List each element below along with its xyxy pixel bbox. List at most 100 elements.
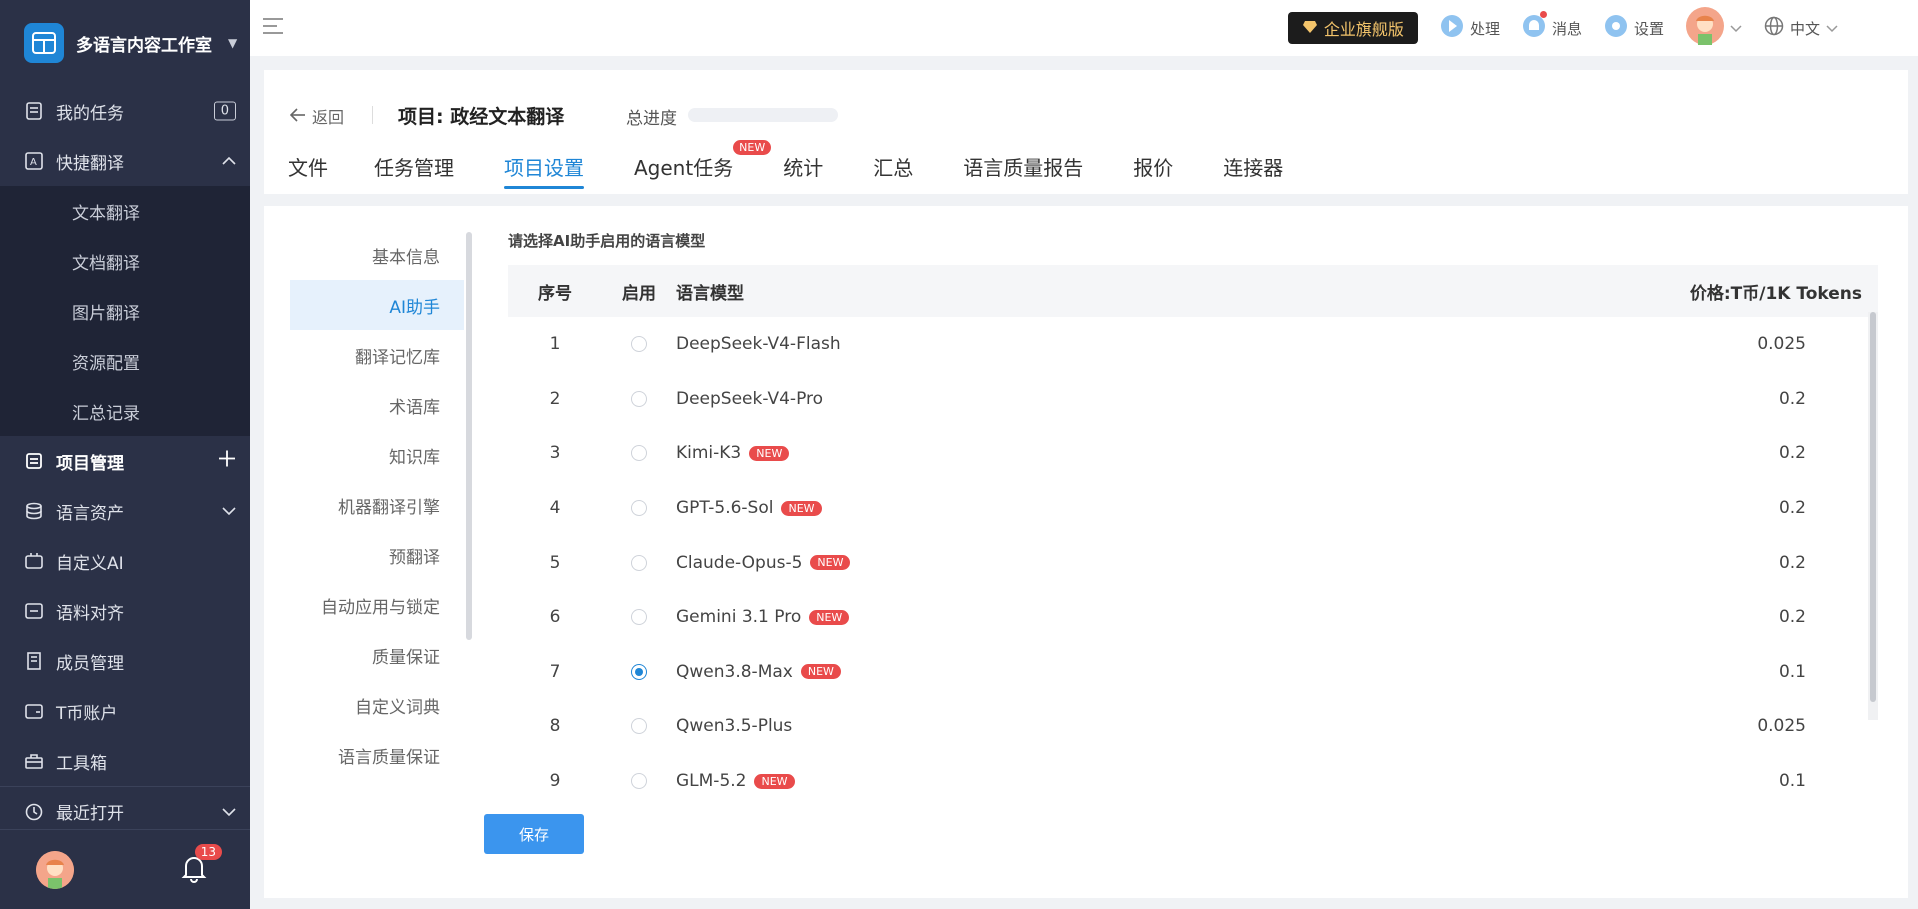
- sidebar-item-corpus-align[interactable]: 语料对齐: [0, 586, 250, 636]
- new-badge: NEW: [800, 664, 841, 680]
- sidebar-item-my-tasks[interactable]: 我的任务 0: [0, 86, 250, 136]
- save-button[interactable]: 保存: [484, 814, 584, 854]
- settings-button[interactable]: 设置: [1604, 14, 1664, 42]
- settings-nav-knowledge-base[interactable]: 知识库: [290, 430, 464, 480]
- sidebar-subitem-text-translate[interactable]: 文本翻译: [0, 186, 250, 236]
- model-name: Kimi-K3: [676, 443, 742, 464]
- settings-label: 设置: [1633, 19, 1664, 38]
- table-row: 7 Qwen3.8-Max NEW 0.1: [508, 645, 1878, 700]
- notification-bell[interactable]: 13: [174, 843, 222, 890]
- header-model: 语言模型: [676, 283, 744, 304]
- enable-radio[interactable]: [631, 718, 647, 735]
- process-button[interactable]: 处理: [1440, 14, 1500, 42]
- sidebar-item-label: 工具箱: [56, 753, 107, 774]
- workspace-name: 多语言内容工作室: [76, 35, 212, 56]
- database-icon: [24, 501, 44, 521]
- sidebar-item-toolbox[interactable]: 工具箱: [0, 736, 250, 786]
- model-price: 0.025: [1757, 716, 1806, 737]
- settings-nav-scrollbar[interactable]: [466, 232, 472, 640]
- tab-quote[interactable]: 报价: [1133, 152, 1173, 189]
- settings-nav-termbase[interactable]: 术语库: [290, 380, 464, 430]
- model-name: Qwen3.8-Max: [676, 661, 793, 682]
- workspace-logo-icon: [24, 23, 64, 63]
- sidebar-item-project-management[interactable]: 项目管理: [0, 436, 250, 486]
- settings-nav-qa[interactable]: 质量保证: [290, 630, 464, 680]
- enable-radio[interactable]: [631, 500, 647, 517]
- align-icon: [24, 601, 44, 621]
- settings-nav-lqa[interactable]: 语言质量保证: [290, 730, 464, 780]
- sidebar-item-label: T币账户: [56, 703, 118, 724]
- scrollbar-thumb[interactable]: [1870, 312, 1876, 702]
- model-price: 0.2: [1778, 388, 1806, 409]
- tab-project-settings[interactable]: 项目设置: [504, 152, 584, 189]
- vip-label: 企业旗舰版: [1323, 20, 1404, 39]
- enable-radio-selected[interactable]: [631, 663, 647, 680]
- settings-nav-mt-engine[interactable]: 机器翻译引擎: [290, 480, 464, 530]
- sidebar-subitem-summary-records[interactable]: 汇总记录: [0, 386, 250, 436]
- enable-radio[interactable]: [631, 336, 647, 353]
- sidebar-subitem-resource-config[interactable]: 资源配置: [0, 336, 250, 386]
- sidebar-item-language-assets[interactable]: 语言资产: [0, 486, 250, 536]
- table-row: 6 Gemini 3.1 Pro NEW 0.2: [508, 590, 1878, 645]
- enable-radio[interactable]: [631, 390, 647, 407]
- header-price: 价格:T币/1K Tokens: [1689, 283, 1862, 304]
- task-count-badge: 0: [213, 101, 236, 121]
- enable-radio[interactable]: [631, 554, 647, 571]
- language-switcher[interactable]: 中文: [1764, 16, 1838, 40]
- tab-connector[interactable]: 连接器: [1223, 152, 1283, 189]
- model-name: GPT-5.6-Sol: [676, 498, 774, 519]
- settings-nav-pretranslate[interactable]: 预翻译: [290, 530, 464, 580]
- sidebar-item-custom-ai[interactable]: 自定义AI: [0, 536, 250, 586]
- svg-text:A: A: [30, 157, 37, 168]
- enable-radio[interactable]: [631, 773, 647, 790]
- settings-nav-basic-info[interactable]: 基本信息: [290, 230, 464, 280]
- project-icon: [24, 451, 44, 471]
- settings-nav-translation-memory[interactable]: 翻译记忆库: [290, 330, 464, 380]
- table-row: 2 DeepSeek-V4-Pro 0.2: [508, 372, 1878, 427]
- menu-toggle-icon[interactable]: [262, 17, 286, 39]
- back-button[interactable]: 返回: [289, 104, 344, 128]
- tab-task-management[interactable]: 任务管理: [374, 152, 454, 189]
- sidebar-footer: 13: [0, 829, 250, 909]
- sidebar-subitem-image-translate[interactable]: 图片翻译: [0, 286, 250, 336]
- unread-dot: [1539, 11, 1547, 18]
- settings-nav-auto-apply-lock[interactable]: 自动应用与锁定: [290, 580, 464, 630]
- enable-radio[interactable]: [631, 445, 647, 462]
- sidebar-subitem-doc-translate[interactable]: 文档翻译: [0, 236, 250, 286]
- messages-button[interactable]: 消息: [1522, 11, 1582, 42]
- progress-bar: [688, 108, 838, 122]
- vip-badge-button[interactable]: 企业旗舰版: [1287, 12, 1418, 44]
- tab-files[interactable]: 文件: [288, 152, 328, 189]
- tab-quality-report[interactable]: 语言质量报告: [963, 152, 1083, 189]
- settings-nav-custom-dictionary[interactable]: 自定义词典: [290, 680, 464, 730]
- user-avatar[interactable]: [36, 850, 74, 889]
- sidebar-item-label: 语言资产: [56, 503, 124, 524]
- model-price: 0.2: [1778, 607, 1806, 628]
- enable-radio[interactable]: [631, 609, 647, 626]
- settings-nav-ai-assistant[interactable]: AI助手: [290, 280, 464, 330]
- user-avatar-icon: [1685, 7, 1724, 49]
- row-no: 8: [549, 716, 561, 737]
- translate-icon: A: [24, 151, 44, 171]
- sidebar-item-tcoin-account[interactable]: T币账户: [0, 686, 250, 736]
- model-name: Gemini 3.1 Pro: [676, 607, 802, 628]
- workspace-switcher[interactable]: 多语言内容工作室 ▼: [0, 0, 250, 86]
- model-price: 0.025: [1757, 334, 1806, 355]
- row-no: 5: [549, 552, 561, 573]
- tab-agent-tasks[interactable]: Agent任务 NEW: [634, 140, 772, 189]
- tab-summary[interactable]: 汇总: [873, 152, 913, 189]
- tab-statistics[interactable]: 统计: [783, 152, 823, 189]
- chevron-up-icon: [222, 151, 236, 171]
- table-row: 5 Claude-Opus-5 NEW 0.2: [508, 535, 1878, 590]
- bell-icon: [1522, 14, 1546, 42]
- sidebar-item-quick-translate[interactable]: A 快捷翻译: [0, 136, 250, 186]
- user-menu[interactable]: [1685, 7, 1742, 49]
- plus-icon[interactable]: [218, 450, 236, 473]
- table-scrollbar[interactable]: [1868, 312, 1878, 720]
- top-actions: 企业旗舰版 处理 消息 设置 中文: [1287, 0, 1838, 56]
- new-badge: NEW: [781, 500, 822, 516]
- model-name: DeepSeek-V4-Flash: [676, 334, 841, 355]
- sidebar-item-member-management[interactable]: 成员管理: [0, 636, 250, 686]
- building-icon: [24, 651, 44, 671]
- arrow-right-circle-icon: [1440, 14, 1464, 42]
